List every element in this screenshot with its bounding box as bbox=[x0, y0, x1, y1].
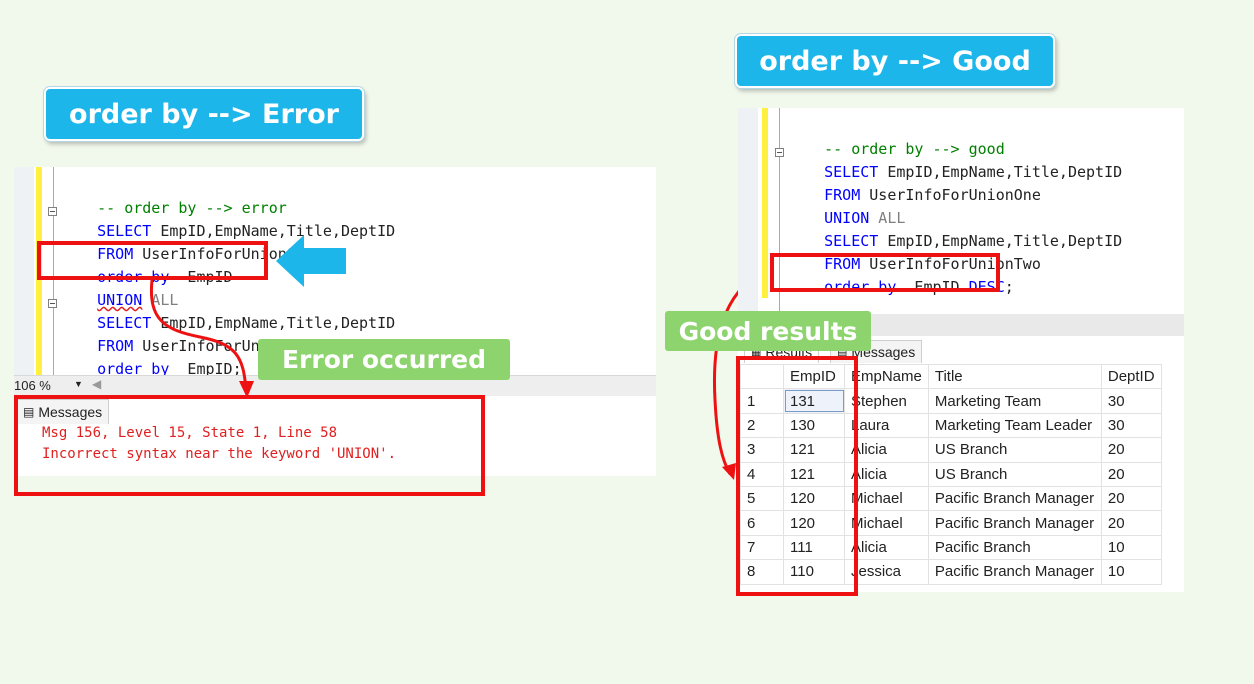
error-occurred-text: Error occurred bbox=[281, 345, 487, 374]
fold-toggle-icon[interactable] bbox=[48, 299, 57, 308]
cell-deptid[interactable]: 20 bbox=[1100, 461, 1162, 487]
cell-title[interactable]: Pacific Branch Manager bbox=[927, 510, 1102, 536]
highlight-empid-column-box bbox=[736, 356, 858, 596]
editor-gutter bbox=[14, 167, 34, 375]
good-title-pill: order by --> Good bbox=[735, 34, 1055, 88]
fold-toggle-icon[interactable] bbox=[775, 148, 784, 157]
cell-title[interactable]: Marketing Team bbox=[927, 388, 1102, 414]
highlight-orderby-box bbox=[37, 241, 268, 280]
cell-title[interactable]: Pacific Branch Manager bbox=[927, 559, 1102, 585]
column-header-title[interactable]: Title bbox=[927, 363, 1102, 390]
highlight-messages-box bbox=[14, 395, 485, 496]
good-results-label: Good results bbox=[665, 311, 871, 351]
good-title: order by --> Good bbox=[759, 45, 1031, 77]
error-occurred-label: Error occurred bbox=[258, 339, 510, 380]
cell-title[interactable]: US Branch bbox=[927, 461, 1102, 487]
cell-deptid[interactable]: 30 bbox=[1100, 412, 1162, 439]
error-title-pill: order by --> Error bbox=[44, 87, 364, 141]
zoom-dropdown-icon[interactable]: ▼ bbox=[74, 379, 83, 389]
code-line-orderby2: order by EmpID; bbox=[97, 360, 242, 375]
cell-deptid[interactable]: 10 bbox=[1100, 534, 1162, 561]
cell-title[interactable]: US Branch bbox=[927, 437, 1102, 463]
highlight-orderby-desc-box bbox=[770, 253, 1000, 292]
scroll-left-icon[interactable]: ◀ bbox=[92, 377, 101, 391]
cell-title[interactable]: Pacific Branch Manager bbox=[927, 485, 1102, 512]
good-results-text: Good results bbox=[678, 316, 858, 346]
cell-title[interactable]: Pacific Branch bbox=[927, 534, 1102, 561]
error-title: order by --> Error bbox=[69, 98, 339, 130]
change-marker bbox=[762, 108, 768, 298]
cell-deptid[interactable]: 20 bbox=[1100, 485, 1162, 512]
cell-title[interactable]: Marketing Team Leader bbox=[927, 412, 1102, 439]
editor-gutter bbox=[738, 108, 758, 314]
left-arrow-icon bbox=[276, 235, 346, 287]
cell-deptid[interactable]: 30 bbox=[1100, 388, 1162, 414]
cell-deptid[interactable]: 20 bbox=[1100, 437, 1162, 463]
column-header-deptid[interactable]: DeptID bbox=[1100, 363, 1162, 390]
fold-toggle-icon[interactable] bbox=[48, 207, 57, 216]
zoom-level[interactable]: 106 % bbox=[14, 378, 51, 393]
cell-deptid[interactable]: 20 bbox=[1100, 510, 1162, 536]
cell-deptid[interactable]: 10 bbox=[1100, 559, 1162, 585]
